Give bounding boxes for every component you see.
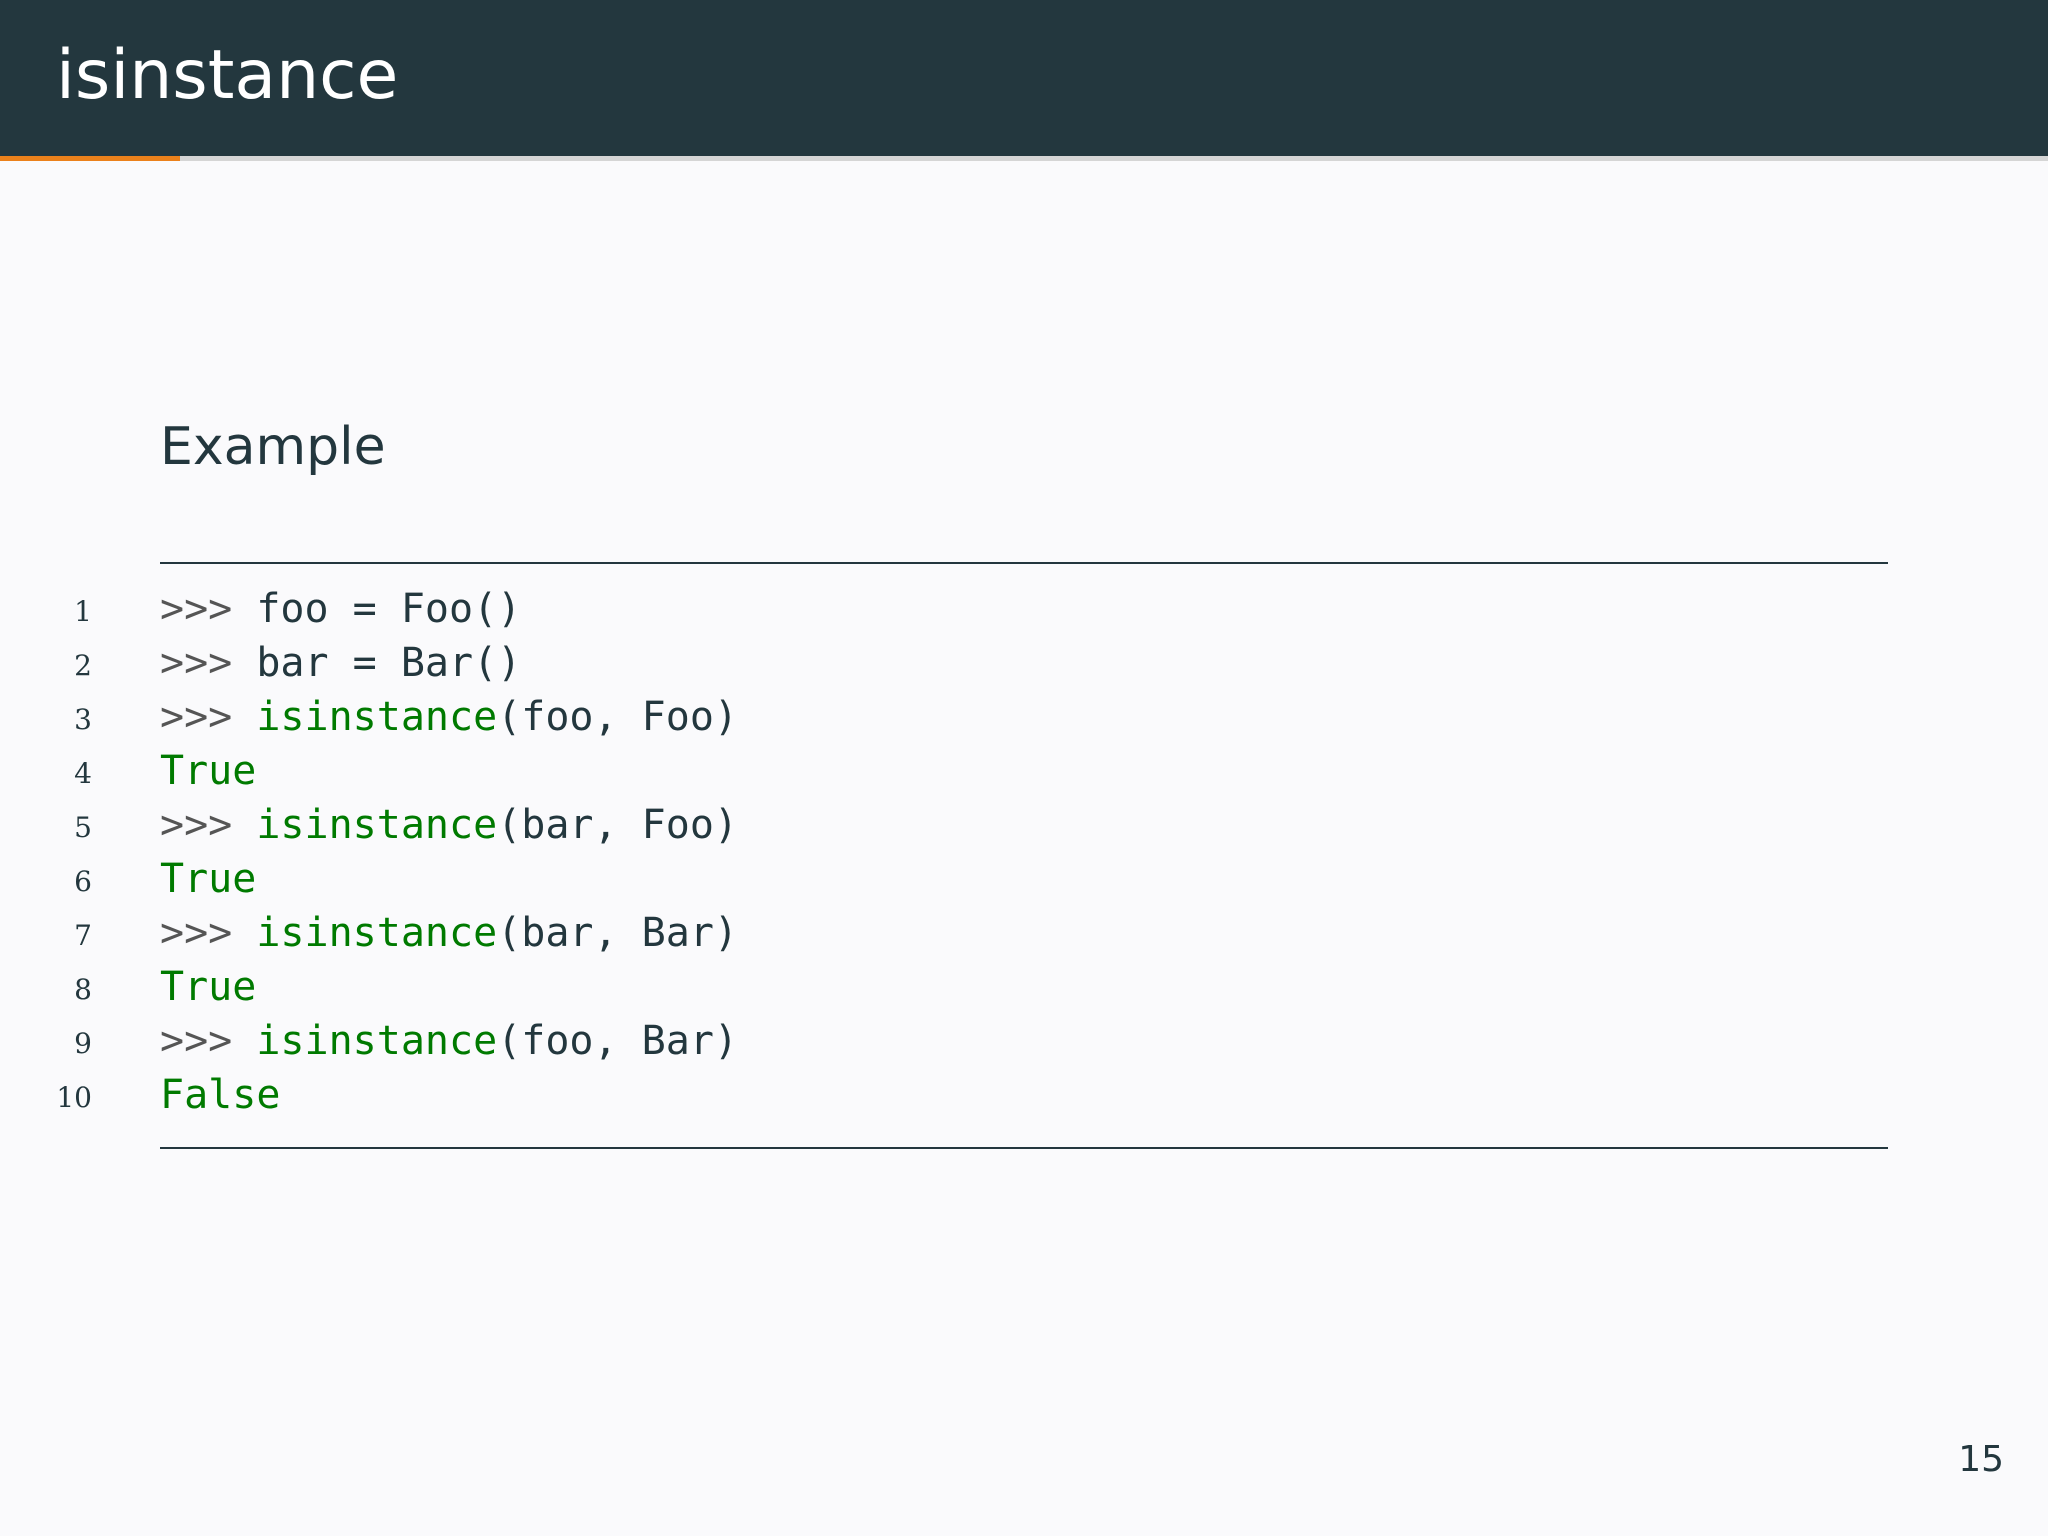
code-text: (foo, Bar) [497,1018,738,1064]
code-function: isinstance [256,910,498,956]
code-output: True [160,856,257,902]
line-number: 4 [74,757,92,790]
code-line: 2 >>> bar = Bar() [0,636,2048,690]
code-text: (foo, Foo) [497,694,738,740]
code-prompt: >>> [160,640,257,686]
code-line: 10 False [0,1068,2048,1122]
code-output: False [160,1072,281,1118]
code-output: True [160,964,257,1010]
slide-header: isinstance [0,0,2048,156]
code-line: 7 >>> isinstance(bar, Bar) [0,906,2048,960]
block-title: Example [160,417,386,477]
code-line: 8 True [0,960,2048,1014]
code-function: isinstance [256,1018,498,1064]
code-line: 4 True [0,744,2048,798]
line-number: 10 [56,1081,92,1114]
code-prompt: >>> [160,694,257,740]
code-function: isinstance [256,802,498,848]
line-code: True [160,964,256,1010]
line-number: 6 [74,865,92,898]
line-number: 5 [74,811,92,844]
code-line: 6 True [0,852,2048,906]
line-code: >>> isinstance(foo, Bar) [160,1018,738,1064]
line-code: >>> bar = Bar() [160,640,521,686]
code-line: 3 >>> isinstance(foo, Foo) [0,690,2048,744]
line-code: >>> foo = Foo() [160,586,521,632]
line-number: 7 [74,919,92,952]
line-code: >>> isinstance(bar, Foo) [160,802,738,848]
code-text: foo = Foo() [256,586,522,632]
code-prompt: >>> [160,910,257,956]
code-output: True [160,748,257,794]
line-number: 1 [74,595,92,628]
code-line: 9 >>> isinstance(foo, Bar) [0,1014,2048,1068]
line-number: 3 [74,703,92,736]
code-prompt: >>> [160,802,257,848]
code-prompt: >>> [160,586,257,632]
code-prompt: >>> [160,1018,257,1064]
page-number: 15 [1958,1439,2004,1480]
code-text: (bar, Bar) [497,910,738,956]
line-number: 8 [74,973,92,1006]
line-code: >>> isinstance(foo, Foo) [160,694,738,740]
line-code: True [160,856,256,902]
code-function: isinstance [256,694,498,740]
line-number: 9 [74,1027,92,1060]
line-number: 2 [74,649,92,682]
progress-bar-fill [0,156,181,161]
code-line: 5 >>> isinstance(bar, Foo) [0,798,2048,852]
progress-bar [0,156,2048,161]
code-bottom-rule [160,1147,1888,1149]
code-text: (bar, Foo) [497,802,738,848]
code-top-rule [160,562,1888,564]
line-code: True [160,748,256,794]
line-code: False [160,1072,280,1118]
line-code: >>> isinstance(bar, Bar) [160,910,738,956]
code-listing: 1 >>> foo = Foo() 2 >>> bar = Bar() 3 >>> isi… [0,582,2048,1122]
slide-title: isinstance [56,36,399,115]
code-text: bar = Bar() [256,640,522,686]
code-line: 1 >>> foo = Foo() [0,582,2048,636]
